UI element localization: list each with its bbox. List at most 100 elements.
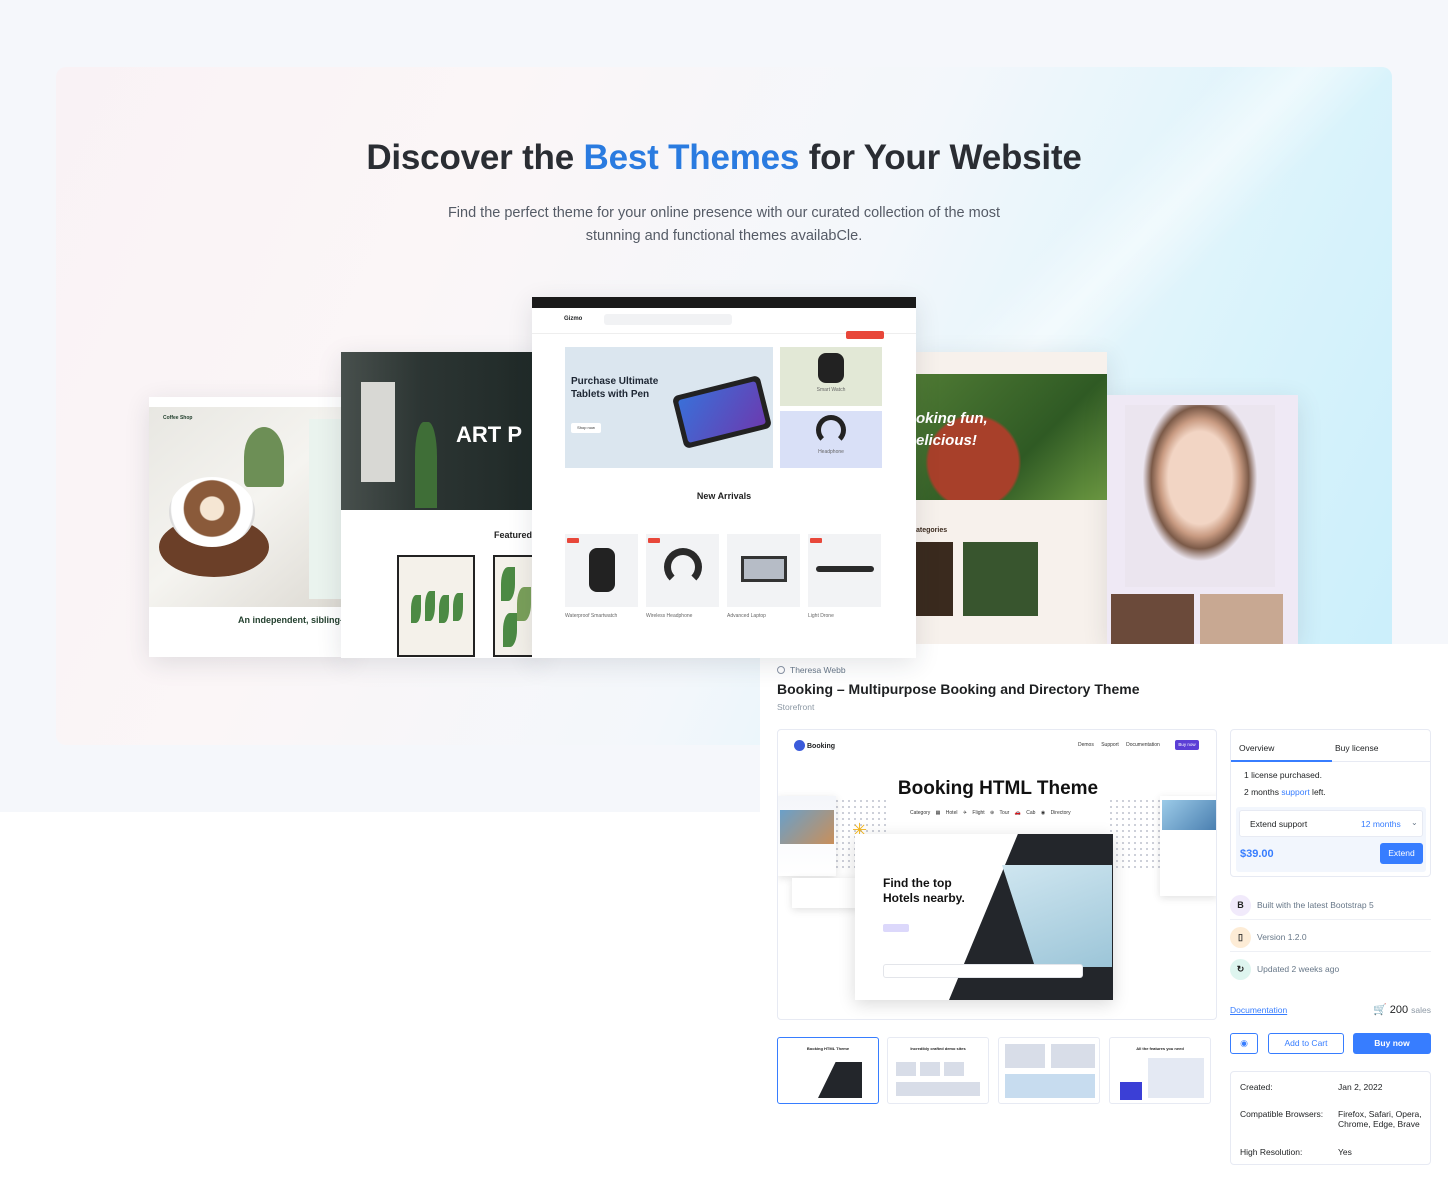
plant-shape [244,427,284,487]
coffee-photo [149,407,349,607]
theme-card-cooking[interactable]: oking fun, elicious! ategories [916,352,1107,644]
preview-eye-button[interactable]: ◉ [1230,1033,1258,1054]
preview-main-shot: Find the top Hotels nearby. [855,834,1113,1000]
feature-text: Version 1.2.0 [1257,932,1307,942]
beauty-tile[interactable] [1200,594,1283,644]
preview-buy-button: Buy now [1175,740,1199,750]
preview-logo: Booking [794,740,835,751]
preview-side-shot-right [1160,796,1216,896]
product-name: Wireless Headphone [646,613,693,619]
author[interactable]: Theresa Webb [777,665,846,675]
preview-dashboard-shot [792,878,858,908]
sale-badge [648,538,660,543]
preview-categories: Category ▦ Hotel ✈ Flight ⊕ Tour 🚗 Cab ◉… [910,810,1071,816]
laptop-shape [741,556,787,582]
preview-headline: Booking HTML Theme [897,778,1099,799]
thumbnail-block [1120,1082,1142,1100]
sales-count: 🛒 200 sales [1373,1004,1431,1016]
product-name: Advanced Laptop [727,613,766,619]
preview-discover-button [883,924,909,932]
thumbnail-block [896,1082,980,1096]
hires-value: Yes [1338,1147,1352,1157]
created-label: Created: [1240,1082,1273,1092]
gizmo-watch-tile[interactable]: Smart Watch [780,347,882,406]
chevron-down-icon: ⌄ [1411,818,1418,827]
thumbnail-block [896,1062,916,1076]
gizmo-banner-title: Purchase Ultimate Tablets with Pen [571,376,659,400]
product-meta: Created: Jan 2, 2022 Compatible Browsers… [1230,1071,1431,1165]
theme-card-art[interactable]: ART P Featured [341,352,541,658]
gizmo-headphone-tile[interactable]: Headphone [780,411,882,468]
gizmo-banner[interactable]: Purchase Ultimate Tablets with Pen Shop … [565,347,773,468]
support-link[interactable]: support [1281,787,1309,797]
theme-card-beauty[interactable] [1107,395,1298,644]
category-tile[interactable] [916,542,953,616]
gizmo-search-input[interactable] [604,314,732,325]
gizmo-banner-button[interactable]: Shop now [571,423,601,433]
product-tile[interactable] [565,534,638,607]
preview-availability-bar [883,964,1083,978]
thumbnail-block [1005,1074,1095,1098]
hires-label: High Resolution: [1240,1147,1303,1157]
preview-hero-text: Find the top Hotels nearby. [883,876,965,905]
cart-icon: 🛒 [1373,1004,1387,1016]
update-icon: ↻ [1230,959,1251,980]
leaf-shape [503,613,517,647]
temple-photo [780,810,834,844]
preview-menu: Demos Support Documentation [1078,742,1160,748]
art-hero-image: ART P [341,352,541,510]
product-preview[interactable]: Booking Demos Support Documentation Buy … [777,729,1217,1020]
extend-support-value: 12 months [1361,819,1401,829]
license-box: Overview Buy license 1 license purchased… [1230,729,1431,877]
thumbnail-3[interactable] [998,1037,1100,1104]
feature-updated: ↻ Updated 2 weeks ago [1230,958,1431,984]
leaf-shape [425,591,435,621]
cooking-headline: oking fun, elicious! [916,410,988,449]
tab-active-indicator [1231,760,1332,762]
window-shape [361,382,395,482]
product-tile[interactable] [727,534,800,607]
product-tile[interactable] [808,534,881,607]
coffee-brand: Coffee Shop [163,415,193,421]
headphone-label: Headphone [818,449,844,455]
extend-price: $39.00 [1240,848,1274,860]
art-frame-1 [397,555,475,657]
gizmo-cta-button[interactable] [846,331,884,339]
thumbnail-block [1051,1044,1095,1068]
thumbnail-block [944,1062,964,1076]
thumbnail-1[interactable]: Booking HTML Theme [777,1037,879,1104]
add-to-cart-button[interactable]: Add to Cart [1268,1033,1344,1054]
hero-subtitle: Find the perfect theme for your online p… [447,205,1001,244]
stage: Discover the Best Themes for Your Websit… [0,0,1448,1182]
extend-support-select[interactable]: Extend support 12 months ⌄ [1239,810,1423,837]
product-tile[interactable] [646,534,719,607]
thumbnail-shape [818,1062,862,1098]
feature-text: Updated 2 weeks ago [1257,964,1340,974]
beauty-tile[interactable] [1111,594,1194,644]
sale-badge [810,538,822,543]
headphone-shape [816,415,846,445]
hero-title: Discover the Best Themes for Your Websit… [366,138,1082,177]
sale-badge [567,538,579,543]
thumbnail-4[interactable]: All the features you need [1109,1037,1211,1104]
product-category[interactable]: Storefront [777,702,814,712]
gizmo-section-title: New Arrivals [696,491,752,501]
extend-support-label: Extend support [1250,819,1308,829]
tablet-shape [671,374,773,450]
leaf-shape [517,587,531,621]
category-tile[interactable] [963,542,1038,616]
documentation-link[interactable]: Documentation [1230,1005,1287,1015]
preview-side-shot-left [778,796,836,876]
headphone-shape [664,548,702,586]
user-icon [777,666,785,674]
tab-buy-license[interactable]: Buy license [1335,743,1378,753]
buy-now-button[interactable]: Buy now [1353,1033,1431,1054]
theme-card-coffee[interactable]: Coffee Shop An independent, sibling- [149,397,349,657]
city-photo [1162,800,1216,830]
extend-button[interactable]: Extend [1380,843,1423,864]
leaf-shape [439,595,449,623]
tab-overview[interactable]: Overview [1239,743,1274,753]
art-headline: ART P [456,422,522,447]
theme-card-gizmo[interactable]: Gizmo Purchase Ultimate Tablets with Pen… [532,297,916,658]
thumbnail-2[interactable]: Incredibly crafted demo sites [887,1037,989,1104]
